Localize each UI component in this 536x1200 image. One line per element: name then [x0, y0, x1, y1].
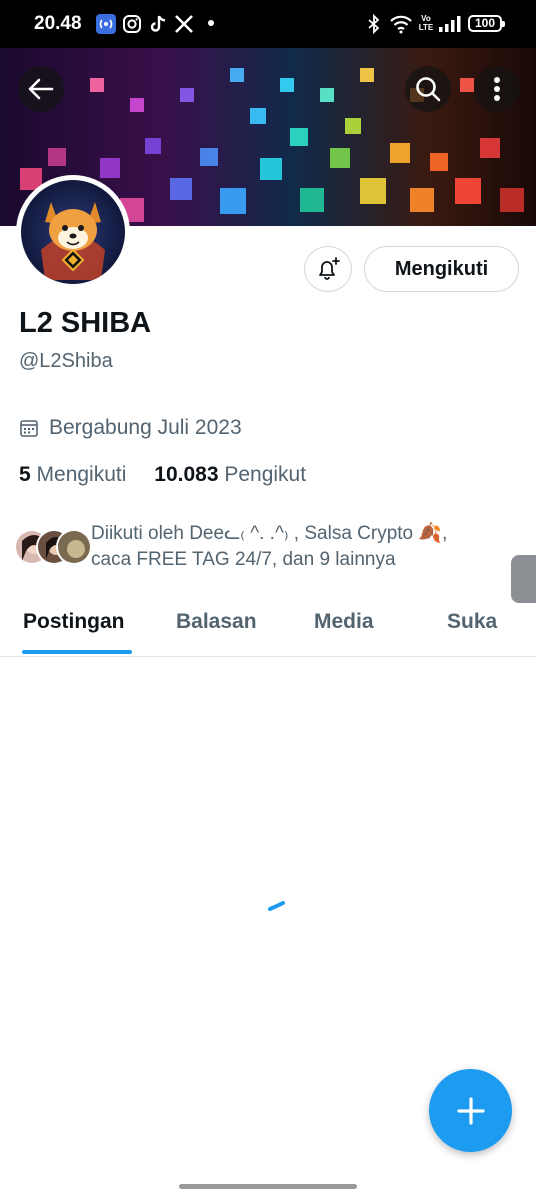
followers-stat[interactable]: 10.083 Pengikut [154, 463, 306, 487]
search-button[interactable] [405, 66, 451, 112]
more-vertical-icon [494, 77, 500, 101]
tab-balasan[interactable]: Balasan [176, 610, 257, 634]
broadcast-icon [96, 14, 116, 34]
tiktok-icon [150, 15, 166, 32]
status-time: 20.48 [34, 13, 82, 34]
following-count: 5 [19, 463, 31, 486]
avatar[interactable] [16, 175, 130, 289]
volte-label: Vo LTE [418, 14, 434, 32]
joined-date: Bergabung Juli 2023 [49, 416, 242, 439]
calendar-icon [20, 420, 38, 437]
back-button[interactable] [18, 66, 64, 112]
battery-icon: 100 [468, 15, 505, 32]
notification-dot [208, 20, 214, 26]
follow-stats: 5 Mengikuti 10.083 Pengikut [19, 463, 328, 487]
following-label: Mengikuti [36, 463, 127, 486]
instagram-icon [123, 15, 141, 33]
volte-top: Vo [421, 14, 431, 23]
joined-date-row: Bergabung Juli 2023 [19, 416, 242, 440]
bell-plus-icon [319, 257, 340, 280]
shiba-avatar-image [21, 180, 125, 284]
notification-bell-button[interactable] [304, 246, 352, 292]
battery-level: 100 [474, 16, 496, 30]
tab-suka[interactable]: Suka [447, 610, 497, 634]
compose-button[interactable] [429, 1069, 512, 1152]
volte-bottom: LTE [418, 23, 434, 32]
profile-name: L2 SHIBA [19, 307, 152, 339]
profile-handle: @L2Shiba [19, 350, 113, 372]
wifi-icon [390, 15, 412, 34]
followed-by-text: Diikuti oleh Deeᓚ₍ ^. .^₎ , Salsa Crypto… [91, 523, 448, 570]
tab-postingan[interactable]: Postingan [23, 610, 125, 634]
home-indicator[interactable] [179, 1184, 357, 1189]
follower-avatar [56, 529, 92, 565]
followers-count: 10.083 [154, 463, 219, 486]
following-stat[interactable]: 5 Mengikuti [19, 463, 126, 487]
x-icon [175, 15, 193, 33]
signal-icon [439, 16, 461, 32]
loading-spinner-icon [268, 901, 285, 911]
active-tab-indicator [22, 650, 132, 654]
more-options-button[interactable] [474, 66, 520, 112]
following-button[interactable]: Mengikuti [364, 246, 519, 292]
search-icon [416, 77, 441, 102]
arrow-left-icon [28, 78, 54, 100]
bluetooth-icon [368, 14, 380, 34]
tab-media[interactable]: Media [314, 610, 374, 634]
plus-icon [456, 1096, 485, 1125]
followers-label: Pengikut [224, 463, 307, 486]
status-bar: 20.48 Vo LTE 100 [0, 0, 536, 48]
profile-tabs: Postingan Balasan Media Suka [0, 596, 536, 657]
